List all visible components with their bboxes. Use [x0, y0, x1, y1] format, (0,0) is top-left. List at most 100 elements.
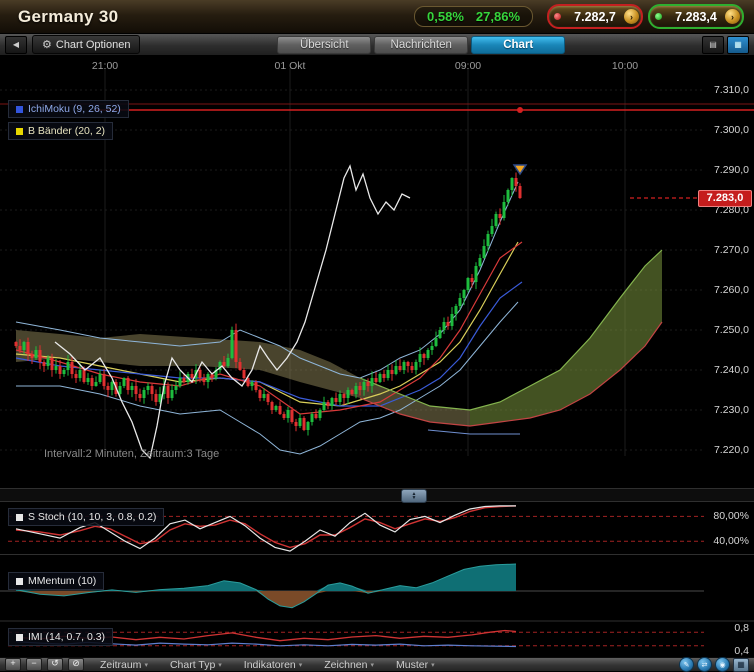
buy-price: 7.283,4	[675, 9, 717, 24]
candle-body	[274, 406, 278, 410]
change-percent: 0,58%	[427, 9, 464, 24]
candle-body	[430, 346, 434, 350]
layout-icon: ▦	[734, 40, 742, 49]
candle-body	[90, 378, 94, 386]
candle-body	[478, 258, 482, 266]
tab-uebersicht[interactable]: Übersicht	[277, 35, 372, 54]
main-chart-canvas[interactable]	[0, 56, 754, 657]
candle-body	[118, 386, 122, 394]
candle-body	[426, 350, 430, 358]
candle-body	[170, 390, 174, 398]
imi-panel-label[interactable]: IMI (14, 0.7, 0.3)	[8, 628, 114, 646]
sell-indicator-dot	[554, 13, 561, 20]
gear-icon: ⚙	[42, 39, 52, 51]
candle-body	[474, 266, 478, 282]
menu-zeichnen[interactable]: Zeichnen ▾	[324, 659, 374, 671]
candle-body	[422, 354, 426, 358]
candle-body	[382, 374, 386, 378]
candle-body	[498, 214, 502, 218]
layout-icon-button[interactable]: ▦	[726, 35, 749, 54]
candle-body	[450, 314, 454, 326]
indicator-axis-label: 0,8	[734, 622, 749, 634]
candle-body	[466, 278, 470, 290]
tab-chart[interactable]: Chart	[471, 35, 566, 54]
candle-body	[94, 382, 98, 386]
candle-body	[414, 362, 418, 370]
alert-dot	[517, 107, 523, 113]
stoch-panel-label[interactable]: S Stoch (10, 10, 3, 0.8, 0.2)	[8, 508, 165, 526]
bbands-legend-label: B Bänder (20, 2)	[28, 125, 106, 137]
clear-drawings-button[interactable]: ⊘	[68, 658, 84, 671]
candle-body	[374, 378, 378, 382]
candle-body	[358, 386, 362, 390]
momentum-panel-label[interactable]: MMentum (10)	[8, 572, 105, 590]
imi-label-text: IMI (14, 0.7, 0.3)	[28, 631, 106, 643]
splitter-down-icon: ▼	[411, 495, 417, 501]
reset-icon: ↺	[51, 658, 59, 668]
collapse-panel-button[interactable]: ◀	[5, 35, 27, 54]
tab-nachrichten[interactable]: Nachrichten	[374, 35, 469, 54]
zoom-in-button[interactable]: +	[5, 658, 21, 671]
candle-body	[298, 418, 302, 426]
candle-body	[442, 322, 446, 330]
sell-button[interactable]: 7.282,7 ›	[547, 4, 643, 29]
draw-pen-button[interactable]: ✎	[679, 657, 694, 672]
reset-view-button[interactable]: ↺	[47, 658, 63, 671]
candle-body	[42, 362, 46, 366]
price-axis-label: 7.310,0	[713, 84, 749, 96]
percent-group: 0,58% 27,86%	[414, 6, 533, 27]
collapse-icon: ◀	[12, 40, 20, 49]
splitter-band	[0, 488, 754, 502]
candle-body	[386, 370, 390, 378]
candle-body	[454, 306, 458, 314]
chart-options-button[interactable]: ⚙ Chart Optionen	[32, 35, 141, 54]
menu-zeitraum[interactable]: Zeitraum ▾	[100, 659, 148, 671]
candle-body	[262, 394, 266, 398]
menu-label: Zeichnen	[324, 658, 368, 671]
chart-toolbar: ◀ ⚙ Chart Optionen Übersicht Nachrichten…	[0, 34, 754, 56]
buy-button[interactable]: 7.283,4 ›	[648, 4, 744, 29]
candle-body	[146, 386, 150, 390]
candle-body	[222, 362, 226, 366]
chart-region: 21:00 01 Okt 09:00 10:00 7.310,0 7.300,0 7.29…	[0, 56, 754, 657]
menu-icon: ▤	[709, 40, 717, 49]
legend-bollinger-bands[interactable]: B Bänder (20, 2)	[8, 122, 114, 140]
menu-indikatoren[interactable]: Indikatoren ▾	[244, 659, 302, 671]
candle-body	[18, 346, 22, 350]
trading-app-window: Germany 30 0,58% 27,86% 7.282,7 › 7.283,…	[0, 0, 754, 672]
candle-body	[26, 342, 30, 354]
legend-ichimoku[interactable]: IchiMoku (9, 26, 52)	[8, 100, 129, 118]
menu-chart-typ[interactable]: Chart Typ ▾	[170, 659, 222, 671]
candle-body	[134, 386, 138, 394]
time-axis-label: 01 Okt	[274, 60, 306, 72]
panel-splitter-handle[interactable]: ▲ ▼	[401, 489, 427, 503]
candle-body	[410, 366, 414, 370]
candle-body	[50, 358, 54, 370]
imi-swatch	[16, 633, 23, 641]
candle-body	[266, 394, 270, 402]
time-axis-label: 21:00	[91, 60, 119, 72]
menu-muster[interactable]: Muster ▾	[396, 659, 435, 671]
candle-body	[198, 370, 202, 378]
candle-body	[518, 186, 522, 198]
pen-icon: ✎	[683, 661, 690, 669]
compare-button[interactable]: ⇄	[697, 657, 712, 672]
candle-body	[318, 410, 322, 418]
window-icons: ▤ ▦	[701, 35, 749, 54]
candle-body	[330, 398, 334, 406]
candle-body	[70, 362, 74, 374]
candle-body	[494, 214, 498, 226]
menu-icon-button[interactable]: ▤	[701, 35, 724, 54]
candle-body	[226, 358, 230, 366]
candle-body	[486, 234, 490, 246]
menu-label: Muster	[395, 658, 429, 671]
zoom-out-button[interactable]: −	[26, 658, 42, 671]
candle-body	[406, 362, 410, 366]
ichimoku-swatch	[16, 105, 23, 113]
crosshair-button[interactable]: ◉	[715, 657, 730, 672]
grid-layout-button[interactable]: ▦	[733, 657, 749, 672]
indicator-axis-label: 80,00%	[713, 510, 749, 522]
menu-label: Chart Typ	[169, 658, 216, 671]
candle-body	[58, 366, 62, 374]
price-axis-label: 7.250,0	[713, 324, 749, 336]
